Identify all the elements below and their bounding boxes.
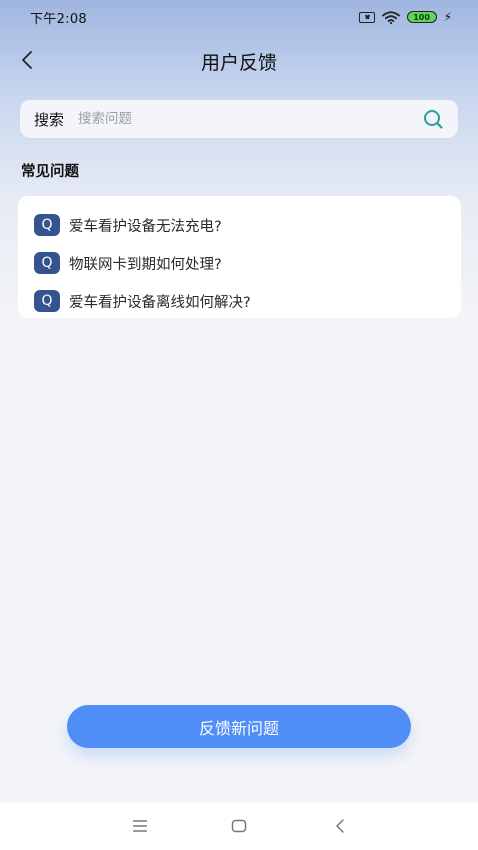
question-icon: Q <box>34 290 60 312</box>
header: 用户反馈 <box>0 40 478 80</box>
question-icon: Q <box>34 252 60 274</box>
faq-question: 爱车看护设备无法充电? <box>69 218 222 235</box>
wifi-icon <box>381 10 400 24</box>
status-time: 下午2:08 <box>30 11 87 27</box>
new-feedback-button[interactable]: 反馈新问题 <box>67 705 411 748</box>
question-icon: Q <box>34 214 60 236</box>
search-input[interactable] <box>78 111 422 127</box>
faq-item[interactable]: Q 物联网卡到期如何处理? <box>34 244 461 282</box>
faq-section-title: 常见问题 <box>21 164 79 180</box>
search-bar[interactable]: 搜索 <box>20 100 458 138</box>
status-bar: 下午2:08 100 ⚡ <box>0 0 478 34</box>
search-icon[interactable] <box>422 108 444 130</box>
menu-icon[interactable] <box>128 815 152 837</box>
faq-item[interactable]: Q 爱车看护设备无法充电? <box>34 206 461 244</box>
search-label: 搜索 <box>34 110 65 129</box>
page-title: 用户反馈 <box>200 52 277 74</box>
home-icon[interactable] <box>227 815 251 837</box>
faq-question: 物联网卡到期如何处理? <box>69 256 222 273</box>
charging-icon: ⚡ <box>443 10 452 24</box>
back-icon[interactable] <box>328 815 352 837</box>
system-nav-bar <box>0 803 478 850</box>
battery-icon: 100 <box>406 11 437 23</box>
faq-item[interactable]: Q 爱车看护设备离线如何解决? <box>34 282 461 320</box>
status-icons: 100 ⚡ <box>358 10 452 24</box>
faq-question: 爱车看护设备离线如何解决? <box>69 294 251 311</box>
faq-list: Q 爱车看护设备无法充电? Q 物联网卡到期如何处理? Q 爱车看护设备离线如何… <box>18 196 461 318</box>
sim-off-icon <box>358 11 375 23</box>
